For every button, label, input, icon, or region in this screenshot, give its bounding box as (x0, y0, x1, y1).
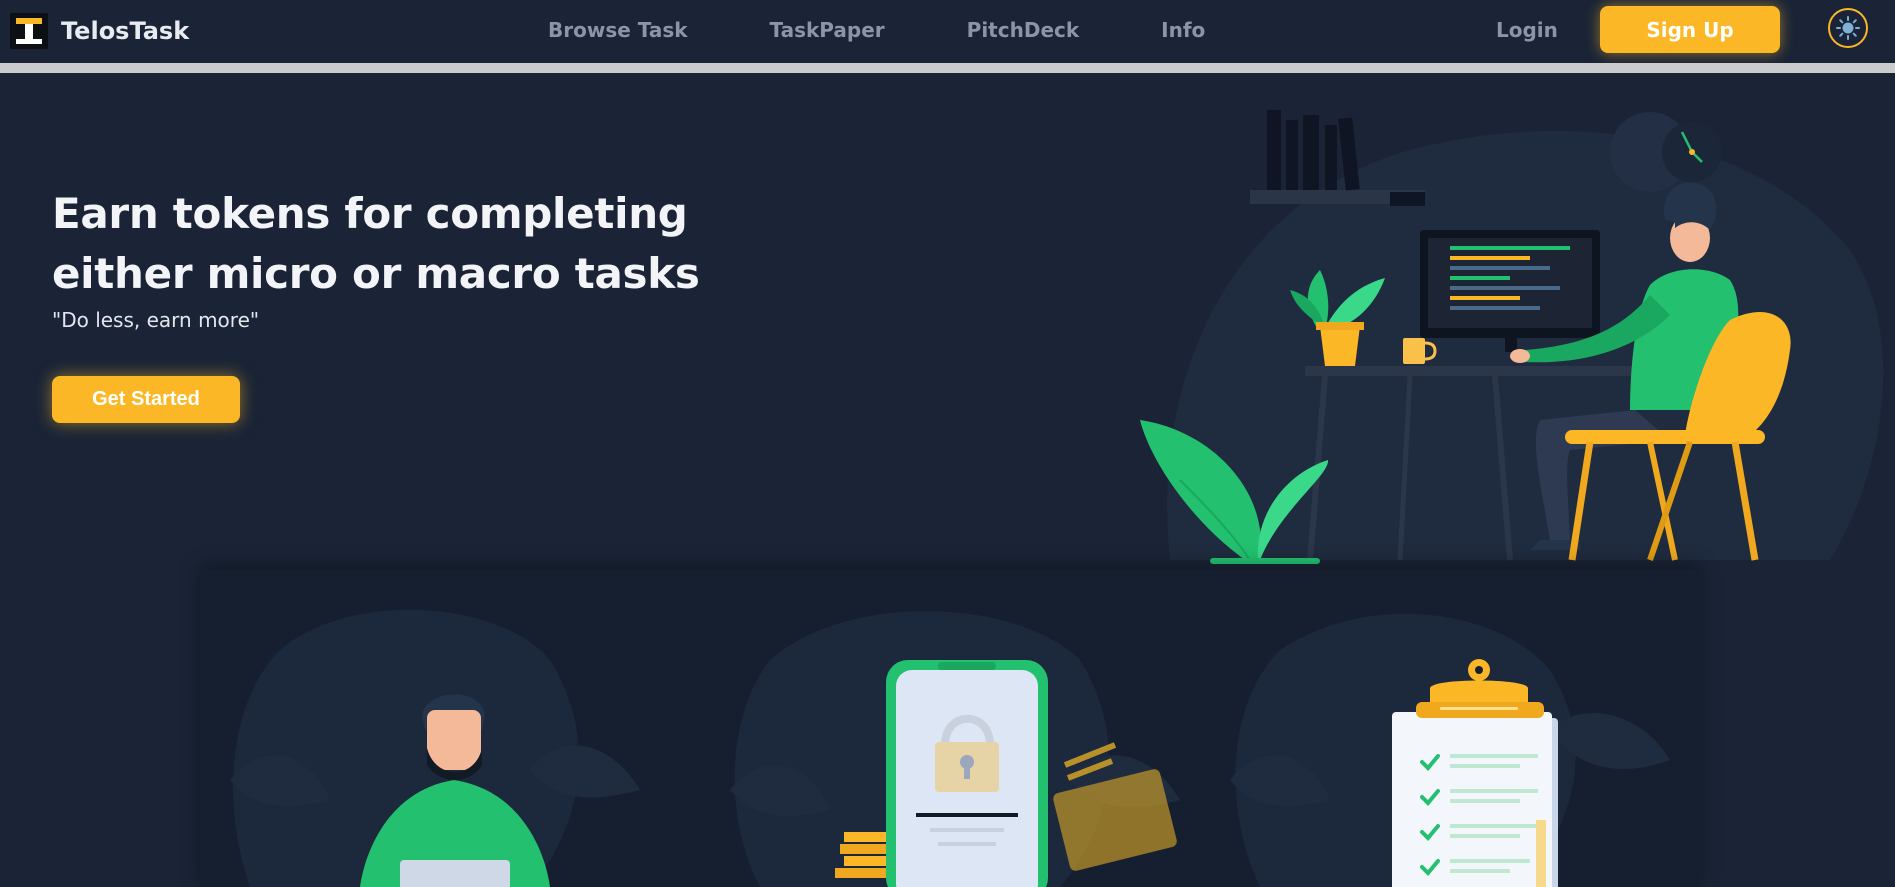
person-with-laptop-illustration (230, 609, 640, 887)
nav-link-pitchdeck[interactable]: PitchDeck (967, 18, 1080, 42)
get-started-button[interactable]: Get Started (52, 376, 240, 423)
brand-name: TelosTask (61, 17, 190, 45)
nav-link-info[interactable]: Info (1161, 18, 1205, 42)
nav-divider (0, 63, 1895, 73)
sun-icon (1836, 16, 1860, 40)
nav-link-browse-task[interactable]: Browse Task (548, 18, 688, 42)
theme-toggle-button[interactable] (1828, 8, 1868, 48)
signup-button[interactable]: Sign Up (1600, 6, 1780, 53)
phone-lock-payment-illustration (730, 611, 1180, 887)
logo-icon (10, 13, 48, 49)
navbar: TelosTask Browse Task TaskPaper PitchDec… (0, 0, 1895, 63)
clipboard-checklist-illustration (1230, 613, 1670, 887)
login-link[interactable]: Login (1496, 18, 1558, 42)
developer-desk-illustration (1140, 110, 1884, 564)
main-nav: Browse Task TaskPaper PitchDeck Info (548, 18, 1287, 42)
nav-link-taskpaper[interactable]: TaskPaper (770, 18, 885, 42)
hero-subtitle: "Do less, earn more" (52, 308, 260, 332)
features-panel (200, 570, 1700, 887)
hero-title: Earn tokens for completing either micro … (52, 189, 700, 298)
logo[interactable]: TelosTask (10, 13, 189, 49)
